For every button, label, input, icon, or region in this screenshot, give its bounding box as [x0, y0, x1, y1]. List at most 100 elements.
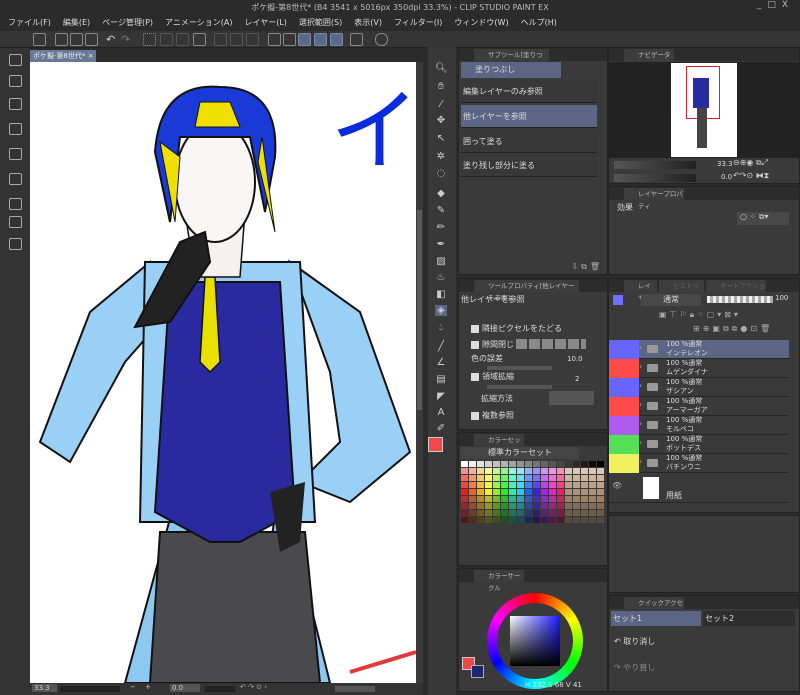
color-swatch[interactable] — [557, 461, 564, 467]
navigator-tab[interactable]: ナビゲーター — [624, 49, 674, 71]
material-icon[interactable] — [9, 173, 22, 185]
color-swatch[interactable] — [517, 468, 524, 474]
color-swatch[interactable] — [493, 489, 500, 495]
color-swatch[interactable] — [493, 503, 500, 509]
navigator-rotate-buttons[interactable]: ↶↷⊙ ⧓⧗ — [733, 171, 769, 181]
edit-toggle[interactable] — [624, 397, 639, 416]
color-swatch[interactable] — [581, 517, 588, 523]
document-tab[interactable]: ポケ擬-第8世代* × — [30, 50, 96, 62]
edit-toggle[interactable] — [624, 454, 639, 473]
color-swatch[interactable] — [549, 489, 556, 495]
color-swatch[interactable] — [493, 475, 500, 481]
fill-icon[interactable] — [176, 33, 189, 46]
layer-action-buttons[interactable]: ⊞⊕▣⧉⧉●⊡🗑︎ — [693, 324, 773, 334]
edit-toggle[interactable] — [624, 359, 639, 378]
color-swatch[interactable] — [509, 461, 516, 467]
ruler-icon[interactable]: ∠ — [435, 357, 447, 368]
visibility-toggle[interactable] — [609, 397, 624, 416]
quick-access-tab[interactable]: クイックアクセス — [624, 597, 684, 619]
color-swatch[interactable] — [549, 496, 556, 502]
color-swatch[interactable] — [557, 489, 564, 495]
blend-mode-dropdown[interactable]: 通常 — [641, 294, 701, 306]
color-swatch[interactable] — [509, 489, 516, 495]
airbrush-icon[interactable]: ▨ — [435, 256, 447, 267]
zoom-in-button[interactable]: + — [145, 683, 151, 691]
close-button[interactable]: X — [782, 0, 794, 10]
color-swatch[interactable] — [549, 503, 556, 509]
layer-toggle-buttons[interactable]: ▣⊤⚐🔒︎⁘▢▾⊠▾ — [659, 310, 741, 320]
color-swatch[interactable] — [541, 461, 548, 467]
color-swatch[interactable] — [493, 468, 500, 474]
scrollbar-thumb[interactable] — [417, 210, 422, 410]
color-swatch[interactable] — [541, 482, 548, 488]
color-swatch[interactable] — [557, 510, 564, 516]
crop-icon[interactable] — [214, 33, 227, 46]
color-swatch[interactable] — [461, 510, 468, 516]
color-swatch-grid[interactable] — [461, 461, 604, 541]
pencil-icon[interactable]: ✏︎ — [435, 222, 447, 233]
area-scaling-checkbox[interactable]: 領域拡縮 — [471, 371, 514, 382]
window-controls[interactable]: _□X — [757, 0, 794, 10]
eyedropper-icon[interactable]: ⁄ — [435, 99, 447, 110]
lasso-icon[interactable]: ◌ — [435, 168, 447, 179]
color-swatch[interactable] — [477, 503, 484, 509]
color-swatch[interactable] — [597, 482, 604, 488]
close-tab-icon[interactable]: × — [88, 52, 94, 60]
color-swatch[interactable] — [493, 510, 500, 516]
navigator-rotation-slider[interactable] — [614, 174, 696, 182]
color-swatch[interactable] — [581, 503, 588, 509]
color-swatch[interactable] — [477, 475, 484, 481]
color-swatch[interactable] — [485, 489, 492, 495]
print-icon[interactable] — [350, 33, 363, 46]
gap-size-selector[interactable] — [516, 339, 586, 349]
area-scaling-slider[interactable] — [487, 385, 552, 389]
paper-layer-row[interactable]: 👁︎ 用紙 — [609, 473, 789, 503]
deselect-icon[interactable] — [143, 33, 156, 46]
color-swatch[interactable] — [573, 510, 580, 516]
color-swatch[interactable] — [485, 496, 492, 502]
color-swatch[interactable] — [501, 482, 508, 488]
color-swatch[interactable] — [597, 503, 604, 509]
edit-toggle[interactable] — [624, 416, 639, 435]
material-icon[interactable] — [9, 216, 22, 228]
subtool-group-fill[interactable]: 塗りつぶし — [461, 62, 561, 78]
color-swatch[interactable] — [485, 482, 492, 488]
color-swatch[interactable] — [493, 482, 500, 488]
expand-arrow-icon[interactable]: › — [639, 343, 642, 352]
color-swatch[interactable] — [533, 489, 540, 495]
color-swatch[interactable] — [589, 510, 596, 516]
color-swatch[interactable] — [589, 517, 596, 523]
color-swatch[interactable] — [565, 468, 572, 474]
color-swatch[interactable] — [597, 496, 604, 502]
color-swatch[interactable] — [469, 468, 476, 474]
blend-icon[interactable]: 💧︎ — [435, 322, 447, 333]
expand-arrow-icon[interactable]: › — [639, 362, 642, 371]
color-swatch[interactable] — [461, 503, 468, 509]
layer-row[interactable]: › 100 %通常 ザシアン — [609, 378, 789, 397]
color-swatch[interactable] — [485, 503, 492, 509]
sub-color-swatch[interactable] — [471, 665, 484, 678]
set2-tab[interactable]: セット2 — [703, 611, 795, 626]
color-swatch[interactable] — [589, 482, 596, 488]
color-swatch[interactable] — [509, 510, 516, 516]
color-swatch[interactable] — [485, 468, 492, 474]
color-swatch[interactable] — [541, 510, 548, 516]
color-swatch[interactable] — [581, 510, 588, 516]
color-swatch[interactable] — [533, 517, 540, 523]
undo-item[interactable]: ↶ 取り消し — [614, 636, 655, 647]
move-tool-icon[interactable]: ✥ — [435, 115, 447, 126]
material-icon[interactable] — [9, 148, 22, 160]
color-swatch[interactable] — [525, 496, 532, 502]
color-swatch[interactable] — [461, 475, 468, 481]
color-swatch[interactable] — [525, 489, 532, 495]
app-icon[interactable] — [33, 33, 46, 46]
gear-icon[interactable] — [283, 33, 296, 46]
expand-arrow-icon[interactable]: › — [639, 381, 642, 390]
layer-row[interactable]: › 100 %通常 バチンウニ — [609, 454, 789, 473]
color-swatch[interactable] — [533, 503, 540, 509]
grid-snap-icon[interactable] — [330, 33, 343, 46]
color-swatch[interactable] — [517, 482, 524, 488]
color-swatch[interactable] — [469, 489, 476, 495]
color-swatch[interactable] — [549, 510, 556, 516]
visibility-toggle[interactable] — [609, 340, 624, 359]
